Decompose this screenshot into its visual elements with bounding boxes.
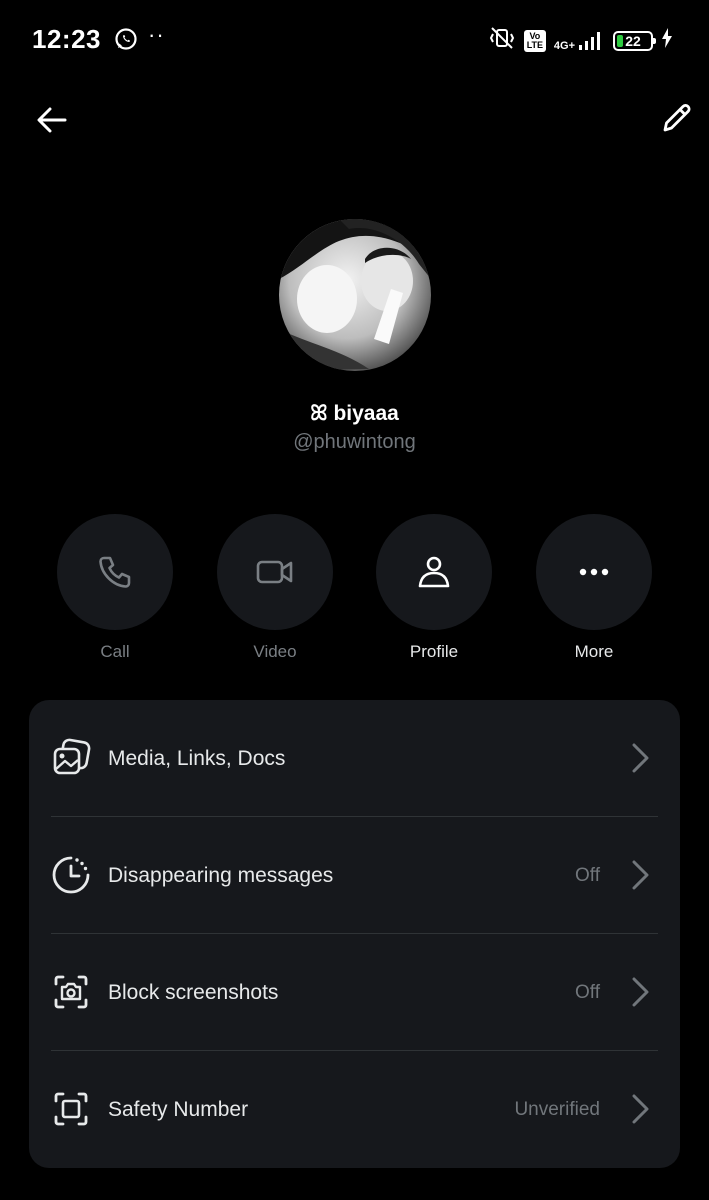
system-icons: Vo LTE 4G+ 22 bbox=[488, 26, 673, 55]
media-links-docs-row[interactable]: Media, Links, Docs bbox=[29, 700, 680, 817]
person-icon bbox=[418, 556, 450, 588]
video-label: Video bbox=[253, 642, 297, 661]
signal-icon bbox=[579, 31, 600, 50]
block-screenshots-value: Off bbox=[575, 981, 600, 1003]
display-name: ꕤ biyaaa bbox=[310, 402, 399, 425]
disappearing-messages-row[interactable]: Disappearing messages Off bbox=[29, 817, 680, 934]
safety-number-row[interactable]: Safety Number Unverified bbox=[29, 1051, 680, 1168]
edit-button[interactable] bbox=[655, 96, 699, 140]
more-button-circle[interactable] bbox=[536, 514, 652, 630]
profile-label: Profile bbox=[409, 642, 459, 661]
vibrate-icon bbox=[488, 26, 516, 55]
volte-badge: Vo LTE bbox=[523, 29, 546, 52]
action-bar: Call Video Profile More bbox=[0, 514, 709, 664]
call-button-circle[interactable] bbox=[57, 514, 173, 630]
network-type: 4G+ bbox=[553, 39, 575, 52]
video-button-circle[interactable] bbox=[217, 514, 333, 630]
media-icon bbox=[51, 738, 91, 778]
more-button[interactable]: More bbox=[536, 514, 652, 662]
battery-level: 22 bbox=[625, 32, 641, 49]
profile-button[interactable]: Profile bbox=[376, 514, 492, 662]
avatar-image bbox=[279, 219, 431, 371]
chevron-right-icon bbox=[630, 1093, 650, 1130]
chevron-right-icon bbox=[630, 859, 650, 896]
chevron-right-icon bbox=[630, 976, 650, 1013]
block-screenshots-row[interactable]: Block screenshots Off bbox=[29, 934, 680, 1051]
video-icon bbox=[256, 560, 293, 584]
pencil-icon bbox=[663, 103, 691, 132]
profile-button-circle[interactable] bbox=[376, 514, 492, 630]
username-handle: @phuwintong bbox=[293, 431, 416, 453]
more-label: More bbox=[574, 642, 614, 661]
video-button[interactable]: Video bbox=[217, 514, 333, 662]
call-label: Call bbox=[100, 642, 130, 661]
chevron-right-icon bbox=[630, 742, 650, 779]
block-screenshots-label: Block screenshots bbox=[108, 980, 279, 1004]
conversation-settings-card: Media, Links, Docs Disappearing messages… bbox=[29, 700, 680, 1168]
safety-number-value: Unverified bbox=[514, 1098, 600, 1120]
disappearing-messages-label: Disappearing messages bbox=[108, 863, 334, 887]
phone-icon bbox=[99, 556, 131, 588]
media-links-docs-label: Media, Links, Docs bbox=[108, 746, 286, 770]
whatsapp-icon bbox=[114, 27, 138, 56]
safety-number-label: Safety Number bbox=[108, 1097, 249, 1121]
charging-icon bbox=[661, 28, 673, 53]
status-bar: 12:23 ·· Vo LTE 4G+ 22 bbox=[0, 0, 709, 80]
camera-focus-icon bbox=[51, 972, 91, 1012]
shield-frame-icon bbox=[51, 1089, 91, 1129]
timer-icon bbox=[51, 855, 91, 895]
more-notifications-icon: ·· bbox=[148, 22, 165, 47]
ellipsis-icon bbox=[579, 568, 609, 576]
clock: 12:23 bbox=[32, 24, 101, 54]
arrow-left-icon bbox=[37, 107, 67, 133]
battery-icon: 22 bbox=[613, 30, 656, 51]
disappearing-messages-value: Off bbox=[575, 864, 600, 886]
avatar[interactable] bbox=[279, 219, 431, 371]
signal-cluster: 4G+ bbox=[554, 30, 605, 52]
back-button[interactable] bbox=[30, 98, 74, 142]
call-button[interactable]: Call bbox=[57, 514, 173, 662]
